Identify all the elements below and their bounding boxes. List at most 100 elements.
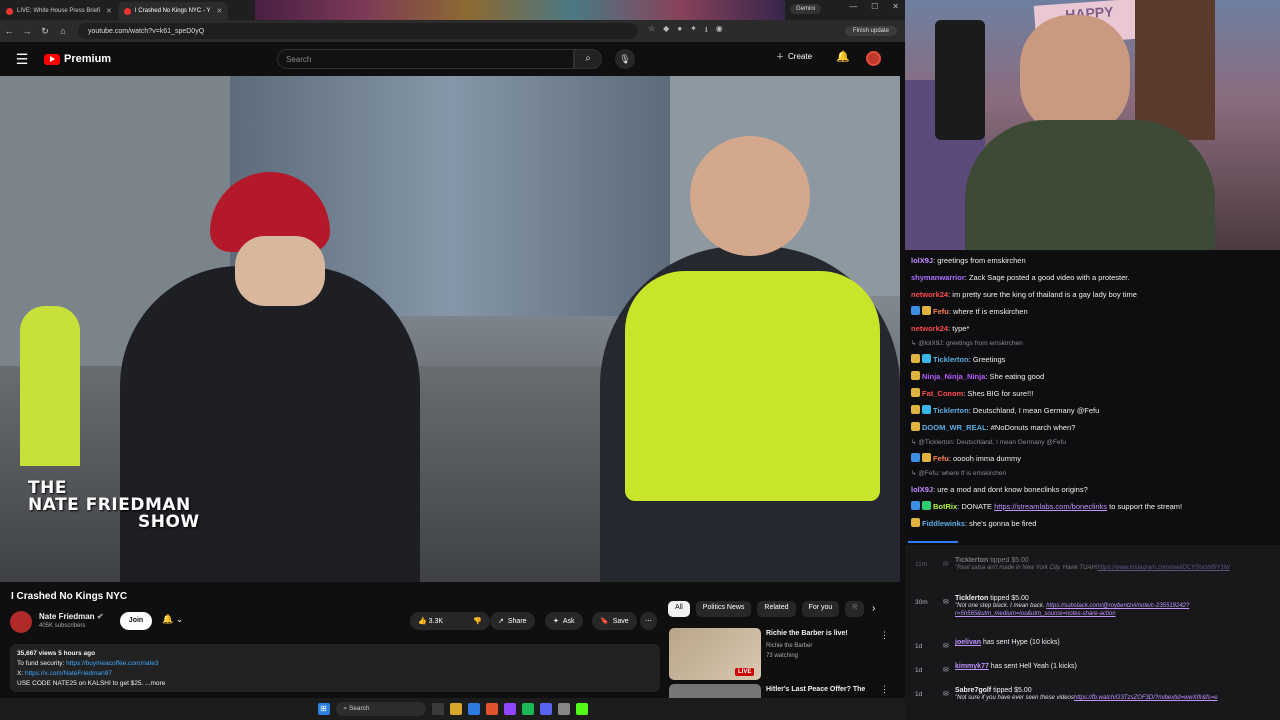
related-video-item[interactable]: Hitler's Last Peace Offer? The ⋮ [669,684,901,698]
related-video-item[interactable]: LIVE Richie the Barber is live! Richie t… [669,628,901,680]
chip-truncated[interactable]: R [845,601,865,617]
download-icon[interactable]: ⭳ [705,24,708,38]
share-button[interactable]: ↗ Share [490,612,535,630]
finish-update-button[interactable]: Finish update [844,26,897,36]
hamburger-menu-icon[interactable]: ☰ [0,51,44,68]
chat-badge-icon [922,354,931,363]
event-username[interactable]: Ticklerton [955,557,988,564]
start-icon[interactable]: ⊞ [317,703,330,715]
youtube-logo[interactable]: Premium [44,53,111,65]
maximize-icon[interactable]: ☐ [871,2,878,11]
chat-text: Deutschland, I mean Germany @Fefu [972,406,1100,415]
file-explorer-icon[interactable] [449,703,462,715]
chevron-right-icon[interactable]: › [872,603,875,614]
notification-bell-icon[interactable]: 🔔 ⌄ [162,614,183,625]
save-button[interactable]: 🔖 Save [592,612,637,630]
account-avatar[interactable] [866,51,881,66]
chat-username[interactable]: network24 [911,290,948,299]
discord-icon[interactable] [539,703,552,715]
chat-username[interactable]: Ninja_Ninja_Ninja [922,372,985,381]
back-icon[interactable]: ← [0,26,18,36]
taskbar-search[interactable]: ⌕ Search [335,702,426,716]
event-username[interactable]: joelivan [955,639,981,646]
event-icon: ✉ [943,643,949,650]
chat-message: Fiddlewinks: she's gonna be fired [911,515,1274,532]
chat-link[interactable]: https://streamlabs.com/boneclinks [994,502,1107,511]
like-dislike-group: 👍 3.3K 👎 [410,612,490,630]
sparkle-icon: ✦ [553,618,559,625]
related-filter-chips: All Politics News Related For you R [668,601,865,617]
notifications-bell-icon[interactable]: 🔔 [836,50,850,63]
extension-icon[interactable]: ● [677,24,682,38]
show-logo-overlay: THE NATE FRIEDMAN SHOW [28,478,200,532]
more-options-icon[interactable]: ⋮ [880,684,889,695]
chat-username[interactable]: Fiddlewinks [922,519,965,528]
chat-username[interactable]: lolX9J [911,485,933,494]
close-window-icon[interactable]: ✕ [892,2,899,11]
event-action: tipped $5.00 [991,687,1032,694]
event-username[interactable]: kimmyk77 [955,663,989,670]
video-player[interactable]: THE NATE FRIEDMAN SHOW [0,76,900,582]
dislike-icon[interactable]: 👎 [473,617,482,625]
browser-tab-active[interactable]: I Crashed No Kings NYC - Y ✕ [117,2,229,20]
puzzle-icon[interactable]: ✦ [690,24,697,38]
address-bar[interactable]: youtube.com/watch?v=k61_speD0yQ [78,23,638,39]
chip-politics-news[interactable]: Politics News [695,601,752,617]
chrome-icon[interactable] [485,703,498,715]
chat-username[interactable]: network24 [911,324,948,333]
obs-icon[interactable] [503,703,516,715]
chip-all[interactable]: All [668,601,690,617]
verified-icon: ✔ [96,612,104,621]
like-button[interactable]: 👍 3.3K [418,617,443,625]
gemini-button[interactable]: Gemini [790,4,822,14]
chat-divider [908,541,958,543]
event-body: joelivan has sent Hype (10 kicks) [955,639,1060,646]
search-icon[interactable]: ⌕ [574,49,602,69]
create-button[interactable]: ＋ Create [776,51,812,62]
search-input[interactable]: Search [277,49,574,69]
home-icon[interactable]: ⌂ [54,26,72,36]
chat-username[interactable]: Fefu [933,307,949,316]
close-tab-icon[interactable]: ✕ [217,7,223,15]
event-message-link[interactable]: https://www.instagram.com/reel/DCY5NcWf9… [1097,565,1229,571]
chat-username[interactable]: Fat_Conom [922,389,963,398]
extension-icon[interactable]: ◆ [663,24,669,38]
minimize-icon[interactable]: — [849,2,857,11]
edge-icon[interactable] [467,703,480,715]
chat-username[interactable]: Ticklerton [933,406,969,415]
browser-toolbar: ← → ↻ ⌂ youtube.com/watch?v=k61_speD0yQ … [0,20,905,42]
chat-username[interactable]: shymanwarrior [911,273,965,282]
more-actions-icon[interactable]: ⋯ [640,612,657,630]
description-link[interactable]: https://buymeacoffee.com/nate3 [66,660,158,667]
event-username[interactable]: Ticklerton [955,595,988,602]
chat-username[interactable]: lolX9J [911,256,933,265]
chat-username[interactable]: Ticklerton [933,355,969,364]
join-button[interactable]: Join [120,612,152,630]
chat-username[interactable]: DOOM_WR_REAL [922,423,987,432]
event-message-link[interactable]: https://fb.watch/G3TzsZOF3D/?mibextid=ww… [1074,695,1218,701]
chat-text: ooooh imma dummy [953,454,1021,463]
chip-related[interactable]: Related [757,601,796,617]
browser-tab[interactable]: LIVE: White House Press Briefi ✕ [0,2,118,20]
more-options-icon[interactable]: ⋮ [880,630,889,641]
ask-button[interactable]: ✦ Ask [545,612,583,630]
chat-reply-context: ↳ @Ticklerton: Deutschland, I mean Germa… [911,439,1066,446]
task-view-icon[interactable] [431,703,444,715]
event-username[interactable]: Sabre7golf [955,687,991,694]
bookmark-star-icon[interactable]: ☆ [648,24,655,38]
chat-username[interactable]: BotRix [933,502,957,511]
profile-icon[interactable]: ◉ [716,24,723,38]
chip-for-you[interactable]: For you [801,601,840,617]
microphone-icon[interactable]: 🎙 [615,49,635,69]
app-icon[interactable] [557,703,570,715]
channel-avatar[interactable] [10,611,32,633]
video-description[interactable]: 35,667 views 5 hours ago To fund securit… [10,644,660,692]
spotify-icon[interactable] [521,703,534,715]
description-link[interactable]: https://x.com/NateFriedman97 [25,670,112,677]
kick-icon[interactable] [575,703,588,715]
close-tab-icon[interactable]: ✕ [106,7,112,15]
channel-name[interactable]: Nate Friedman ✔ [39,612,104,621]
chat-username[interactable]: Fefu [933,454,949,463]
reload-icon[interactable]: ↻ [36,26,54,37]
forward-icon[interactable]: → [18,26,36,36]
